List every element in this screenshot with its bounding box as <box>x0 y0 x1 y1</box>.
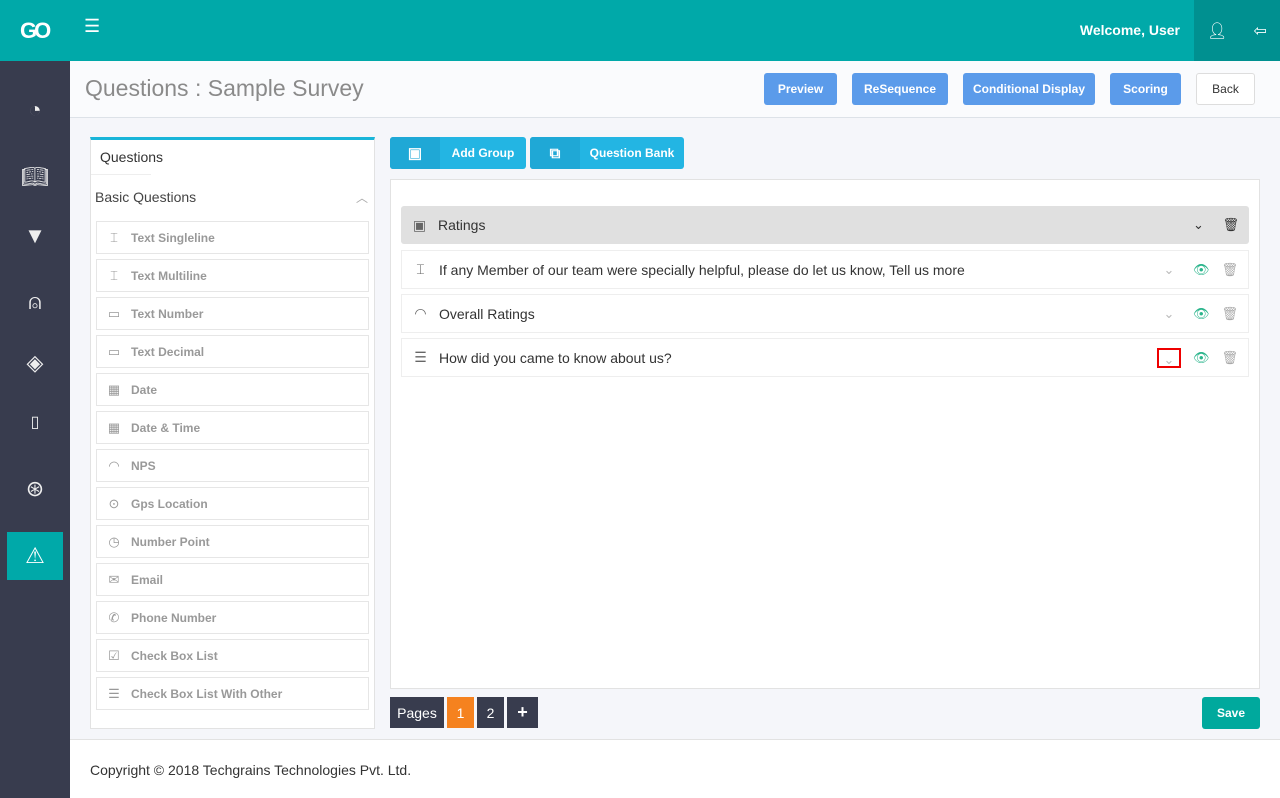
question-row[interactable]: ☰ How did you came to know about us? ⌄ 👁︎… <box>401 338 1249 377</box>
chevron-down-icon[interactable]: ⌄ <box>1156 347 1181 368</box>
logo[interactable]: GO <box>20 18 51 44</box>
back-button[interactable]: Back <box>1196 73 1255 105</box>
sidebar-filter-icon[interactable]: ▼ <box>7 212 63 260</box>
conditional-display-button[interactable]: Conditional Display <box>963 73 1095 105</box>
question-type-item[interactable]: ◷ Number Point <box>96 525 369 558</box>
eye-icon[interactable]: 👁︎ <box>1193 262 1210 278</box>
footer: Copyright © 2018 Techgrains Technologies… <box>70 739 1280 798</box>
question-type-item[interactable]: ⌶ Text Singleline <box>96 221 369 254</box>
tab-questions[interactable]: Questions <box>91 140 163 175</box>
question-type-item[interactable]: ✉ Email <box>96 563 369 596</box>
group-header[interactable]: ▣ Ratings ⌄ 🗑︎ <box>401 206 1249 244</box>
group-icon: ▣ <box>390 137 440 169</box>
add-page-button[interactable]: + <box>507 697 538 728</box>
page-title: Questions : Sample Survey <box>85 75 364 101</box>
text-decimal-icon: ▭ <box>107 343 121 359</box>
sidebar-lifebuoy-icon[interactable]: ⊛ <box>7 465 63 513</box>
scoring-button[interactable]: Scoring <box>1110 73 1181 105</box>
text-multiline-icon: ⌶ <box>110 267 118 283</box>
page-1-button[interactable]: 1 <box>447 697 474 728</box>
add-group-button[interactable]: ▣ Add Group <box>390 137 526 169</box>
phone-icon: ✆ <box>108 609 120 625</box>
checklist-icon: ☰ <box>414 349 427 365</box>
trash-icon[interactable]: 🗑︎ <box>1221 306 1238 322</box>
trash-icon[interactable]: 🗑︎ <box>1221 350 1238 366</box>
page-2-button[interactable]: 2 <box>477 697 504 728</box>
chevron-down-icon[interactable]: ⌄ <box>1157 304 1181 324</box>
section-basic-questions[interactable]: Basic Questions <box>95 189 196 205</box>
top-bar: GO ☰ Welcome, User 👤︎ ⇦ <box>0 0 1280 61</box>
text-singleline-icon: ⌶ <box>110 229 118 245</box>
question-type-item[interactable]: ◠ NPS <box>96 449 369 482</box>
gauge-icon: ◠ <box>414 305 427 321</box>
chevron-down-icon[interactable]: ⌄ <box>1157 260 1181 280</box>
sidebar-book-icon[interactable]: 📖︎ <box>7 153 63 201</box>
pages-label: Pages <box>390 697 444 728</box>
question-type-item[interactable]: ▦ Date & Time <box>96 411 369 444</box>
clock-icon: ◷ <box>108 533 120 549</box>
menu-toggle-icon[interactable]: ☰ <box>84 16 100 37</box>
question-type-item[interactable]: ▦ Date <box>96 373 369 406</box>
preview-button[interactable]: Preview <box>764 73 837 105</box>
sidebar-dashboard-icon[interactable]: ◔ <box>7 86 63 134</box>
title-bar: Questions : Sample Survey Preview ReSequ… <box>70 61 1280 118</box>
text-multiline-icon: ⌶ <box>416 261 425 277</box>
question-bank-button[interactable]: ⧉ Question Bank <box>530 137 684 169</box>
question-type-item[interactable]: ⊙ Gps Location <box>96 487 369 520</box>
sidebar-layers-icon[interactable]: ◈ <box>7 339 63 387</box>
welcome-text: Welcome, User <box>1079 22 1180 38</box>
envelope-icon: ✉ <box>108 571 120 587</box>
user-actions: 👤︎ ⇦ <box>1194 0 1280 61</box>
question-type-item[interactable]: ▭ Text Number <box>96 297 369 330</box>
logout-icon[interactable]: ⇦ <box>1254 21 1267 41</box>
copy-icon: ⧉ <box>530 137 580 169</box>
question-type-item[interactable]: ☑ Check Box List <box>96 639 369 672</box>
question-type-item[interactable]: ▭ Text Decimal <box>96 335 369 368</box>
chevron-down-icon[interactable]: ⌄ <box>1186 215 1210 235</box>
chevron-up-icon[interactable]: ︿ <box>356 189 368 206</box>
sidebar-tablet-icon[interactable]: ▯ <box>7 398 63 446</box>
trash-icon[interactable]: 🗑︎ <box>1221 262 1238 278</box>
question-row[interactable]: ◠ Overall Ratings ⌄ 👁︎ 🗑︎ <box>401 294 1249 333</box>
resequence-button[interactable]: ReSequence <box>852 73 948 105</box>
text-number-icon: ▭ <box>107 305 121 321</box>
location-pin-icon: ⊙ <box>108 495 120 511</box>
calendar-clock-icon: ▦ <box>107 419 121 435</box>
questions-panel: ▣ Ratings ⌄ 🗑︎ ⌶ If any Member of our tea… <box>390 179 1260 689</box>
question-types-panel: Questions Basic Questions ︿ ⌶ Text Single… <box>90 137 375 729</box>
question-type-item[interactable]: ✆ Phone Number <box>96 601 369 634</box>
calendar-icon: ▦ <box>107 381 121 397</box>
user-icon[interactable]: 👤︎ <box>1207 21 1227 41</box>
sidebar: ◔ 📖︎ ▼ ⍝ ◈ ▯ ⊛ ⚠ <box>0 61 70 798</box>
checkbox-icon: ☑ <box>108 647 120 663</box>
eye-icon[interactable]: 👁︎ <box>1193 306 1210 322</box>
question-type-item[interactable]: ☰ Check Box List With Other <box>96 677 369 710</box>
gauge-icon: ◠ <box>108 457 120 473</box>
copyright-text: Copyright © 2018 Techgrains Technologies… <box>90 762 412 778</box>
checklist-icon: ☰ <box>108 685 120 701</box>
sidebar-warning-icon[interactable]: ⚠ <box>7 532 63 580</box>
question-row[interactable]: ⌶ If any Member of our team were special… <box>401 250 1249 289</box>
group-icon: ▣ <box>412 216 427 233</box>
trash-icon[interactable]: 🗑︎ <box>1222 217 1239 233</box>
group-name: Ratings <box>438 217 486 233</box>
save-button[interactable]: Save <box>1202 697 1260 729</box>
eye-icon[interactable]: 👁︎ <box>1193 350 1210 366</box>
sidebar-user-icon[interactable]: ⍝ <box>7 278 63 326</box>
question-type-item[interactable]: ⌶ Text Multiline <box>96 259 369 292</box>
